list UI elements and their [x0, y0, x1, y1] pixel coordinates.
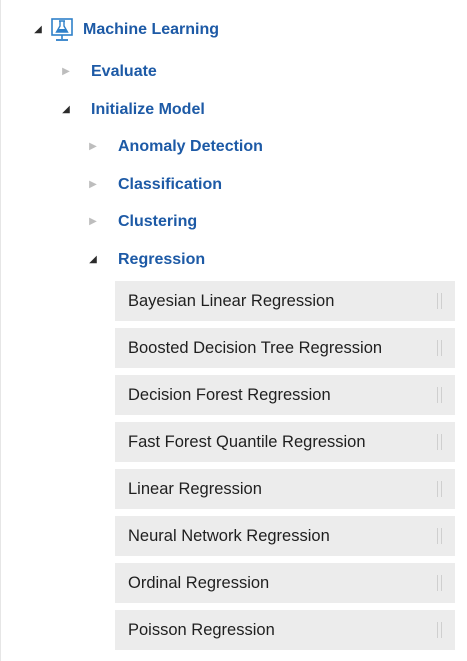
tree-node-label: Initialize Model [91, 101, 205, 118]
tree-node-evaluate[interactable]: ▶ Evaluate [59, 57, 157, 87]
module-label: Boosted Decision Tree Regression [128, 338, 383, 357]
drag-handle-icon[interactable] [437, 340, 443, 356]
module-item-linear-regression[interactable]: Linear Regression [115, 469, 455, 509]
tree-node-label: Regression [118, 251, 206, 268]
drag-handle-icon[interactable] [437, 481, 443, 497]
tree-node-label: Classification [118, 176, 223, 193]
module-palette-panel: ◢ Machine Learning ▶ Evaluate ◢ Initiali… [0, 0, 467, 661]
collapse-arrow-icon[interactable]: ▶ [86, 178, 100, 192]
expand-arrow-icon[interactable]: ◢ [59, 103, 73, 117]
module-label: Neural Network Regression [128, 526, 330, 545]
module-label: Fast Forest Quantile Regression [128, 432, 366, 451]
drag-handle-icon[interactable] [437, 622, 443, 638]
module-item-poisson-regression[interactable]: Poisson Regression [115, 610, 455, 650]
module-label: Linear Regression [128, 479, 262, 498]
tree-node-anomaly-detection[interactable]: ▶ Anomaly Detection [86, 132, 263, 162]
drag-handle-icon[interactable] [437, 387, 443, 403]
module-item-ordinal-regression[interactable]: Ordinal Regression [115, 563, 455, 603]
module-item-bayesian-linear-regression[interactable]: Bayesian Linear Regression [115, 281, 455, 321]
collapse-arrow-icon[interactable]: ▶ [86, 215, 100, 229]
tree-node-label: Evaluate [91, 63, 157, 80]
module-label: Bayesian Linear Regression [128, 291, 335, 310]
module-item-boosted-decision-tree-regression[interactable]: Boosted Decision Tree Regression [115, 328, 455, 368]
tree-node-label: Anomaly Detection [118, 138, 263, 155]
expand-arrow-icon[interactable]: ◢ [31, 23, 45, 37]
tree-node-regression[interactable]: ◢ Regression [86, 245, 205, 275]
flask-icon [51, 18, 73, 42]
module-label: Poisson Regression [128, 620, 275, 639]
drag-handle-icon[interactable] [437, 434, 443, 450]
collapse-arrow-icon[interactable]: ▶ [59, 65, 73, 79]
tree-node-clustering[interactable]: ▶ Clustering [86, 207, 197, 237]
tree-node-machine-learning[interactable]: ◢ Machine Learning [31, 15, 219, 45]
drag-handle-icon[interactable] [437, 293, 443, 309]
tree-node-classification[interactable]: ▶ Classification [86, 170, 222, 200]
tree-node-label: Machine Learning [83, 21, 220, 38]
module-item-fast-forest-quantile-regression[interactable]: Fast Forest Quantile Regression [115, 422, 455, 462]
tree-node-label: Clustering [118, 213, 198, 230]
module-item-neural-network-regression[interactable]: Neural Network Regression [115, 516, 455, 556]
module-item-decision-forest-regression[interactable]: Decision Forest Regression [115, 375, 455, 415]
expand-arrow-icon[interactable]: ◢ [86, 253, 100, 267]
collapse-arrow-icon[interactable]: ▶ [86, 140, 100, 154]
tree-node-initialize-model[interactable]: ◢ Initialize Model [59, 95, 205, 125]
module-label: Decision Forest Regression [128, 385, 331, 404]
drag-handle-icon[interactable] [437, 575, 443, 591]
drag-handle-icon[interactable] [437, 528, 443, 544]
module-label: Ordinal Regression [128, 573, 270, 592]
